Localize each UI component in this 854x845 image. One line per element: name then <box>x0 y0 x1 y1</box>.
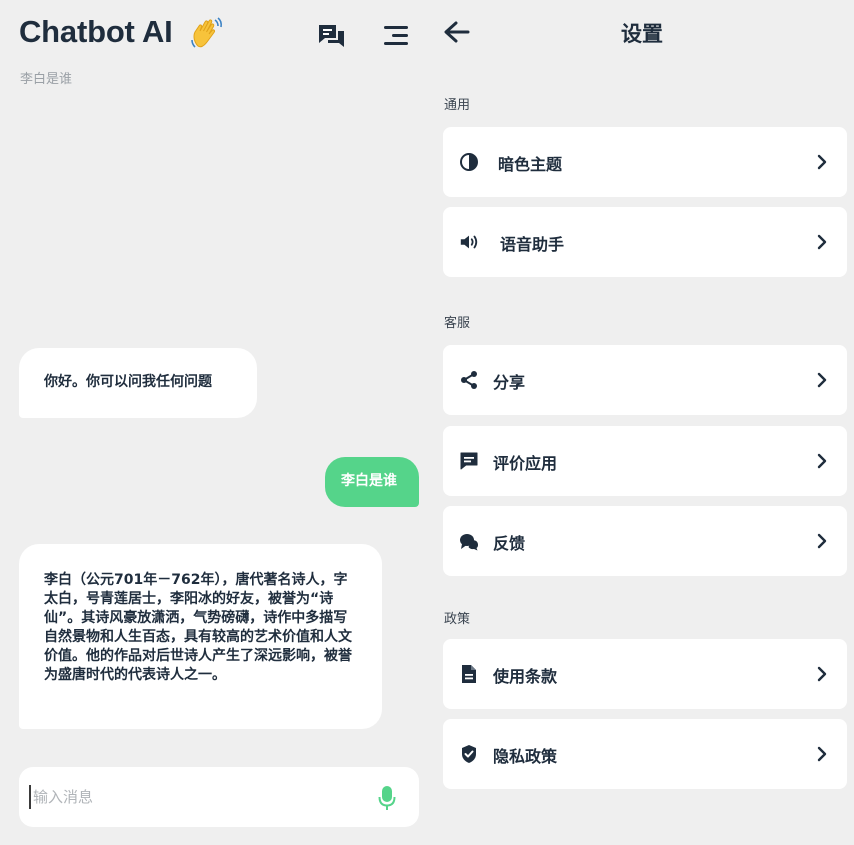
chevron-right-icon <box>817 234 827 254</box>
chevron-right-icon <box>817 533 827 553</box>
settings-item-label: 反馈 <box>493 534 526 553</box>
settings-item-label: 使用条款 <box>493 667 558 686</box>
share-icon <box>459 370 479 390</box>
section-label-general: 通用 <box>444 98 471 113</box>
user-message: 李白是谁 <box>325 457 419 507</box>
chevron-right-icon <box>817 154 827 174</box>
chevron-right-icon <box>817 372 827 392</box>
message-input-bar <box>19 767 419 827</box>
settings-item-label: 语音助手 <box>500 235 565 254</box>
review-icon <box>459 451 479 471</box>
settings-item-label: 暗色主题 <box>498 155 563 174</box>
section-label-support: 客服 <box>444 316 471 331</box>
settings-item-label: 隐私政策 <box>493 747 558 766</box>
chat-panel: Chatbot AI 李白是谁 你好。你可以问我任何问题 李白是谁 李白（公元7… <box>0 0 430 845</box>
settings-item-rate-app[interactable]: 评价应用 <box>443 426 847 496</box>
chat-subtitle: 李白是谁 <box>20 72 73 87</box>
settings-item-privacy[interactable]: 隐私政策 <box>443 719 847 789</box>
page-title: 设置 <box>621 22 663 46</box>
microphone-icon[interactable] <box>378 785 396 815</box>
feedback-icon <box>459 531 479 551</box>
chat-bubbles-icon[interactable] <box>316 22 348 50</box>
speaker-icon <box>459 232 479 252</box>
settings-item-label: 评价应用 <box>493 454 558 473</box>
waving-hand-icon <box>188 16 224 52</box>
chevron-right-icon <box>817 666 827 686</box>
app-title: Chatbot AI <box>19 14 173 49</box>
settings-panel: 设置 通用 暗色主题 语音助手 客服 分享 评价应用 反馈 政策 使用条款 隐私… <box>430 0 854 845</box>
document-icon <box>459 664 479 684</box>
contrast-icon <box>459 152 479 172</box>
section-label-policy: 政策 <box>444 612 471 627</box>
bot-message: 李白（公元701年－762年），唐代著名诗人，字太白，号青莲居士，李阳冰的好友，… <box>19 544 382 729</box>
settings-item-share[interactable]: 分享 <box>443 345 847 415</box>
message-input[interactable] <box>29 785 359 809</box>
settings-item-feedback[interactable]: 反馈 <box>443 506 847 576</box>
settings-item-voice-assistant[interactable]: 语音助手 <box>443 207 847 277</box>
bot-message: 你好。你可以问我任何问题 <box>19 348 257 418</box>
chevron-right-icon <box>817 453 827 473</box>
settings-item-label: 分享 <box>493 373 526 392</box>
chevron-right-icon <box>817 746 827 766</box>
shield-check-icon <box>459 744 479 764</box>
settings-item-dark-theme[interactable]: 暗色主题 <box>443 127 847 197</box>
menu-icon[interactable] <box>382 24 410 48</box>
settings-item-terms[interactable]: 使用条款 <box>443 639 847 709</box>
